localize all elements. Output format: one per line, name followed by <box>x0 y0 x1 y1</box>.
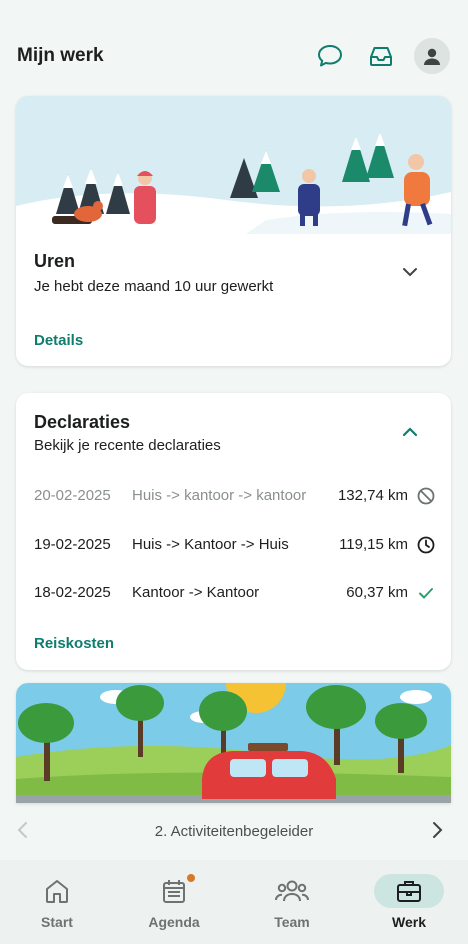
declaratie-row[interactable]: 19-02-2025 Huis -> Kantoor -> Huis 119,1… <box>34 533 436 557</box>
road-trip-illustration <box>16 683 451 803</box>
declaratie-distance: 60,37 km <box>346 584 408 601</box>
uren-card[interactable]: Uren Je hebt deze maand 10 uur gewerkt D… <box>16 96 451 366</box>
inbox-button[interactable] <box>363 38 399 74</box>
declaratie-date: 18-02-2025 <box>34 584 111 601</box>
uren-subtitle: Je hebt deze maand 10 uur gewerkt <box>34 278 274 295</box>
collapse-button[interactable] <box>398 420 422 444</box>
winter-illustration <box>16 96 451 234</box>
declaraties-card: Declaraties Bekijk je recente declaratie… <box>16 393 451 670</box>
chat-icon <box>318 45 342 67</box>
calendar-icon <box>163 880 185 903</box>
nav-label: Agenda <box>148 914 200 930</box>
app-header: Mijn werk <box>0 0 468 96</box>
chat-button[interactable] <box>312 38 348 74</box>
pending-icon <box>417 536 435 554</box>
nav-item-start[interactable]: Start <box>12 874 102 936</box>
rejected-icon <box>417 487 435 505</box>
declaratie-row[interactable]: 20-02-2025 Huis -> kantoor -> kantoor 13… <box>34 484 436 508</box>
nav-item-team[interactable]: Team <box>247 874 337 936</box>
declaratie-distance: 119,15 km <box>339 536 408 553</box>
declaratie-row[interactable]: 18-02-2025 Kantoor -> Kantoor 60,37 km <box>34 581 436 605</box>
uren-title: Uren <box>34 251 76 271</box>
declaraties-subtitle: Bekijk je recente declaraties <box>34 437 221 454</box>
chevron-right-icon <box>433 822 443 838</box>
nav-label: Werk <box>392 914 426 930</box>
declaratie-date: 19-02-2025 <box>34 536 111 553</box>
briefcase-icon <box>397 881 421 902</box>
user-icon <box>424 48 440 65</box>
inbox-icon <box>370 47 392 66</box>
chevron-up-icon <box>402 427 418 437</box>
promo-card[interactable] <box>16 683 451 803</box>
approved-icon <box>419 588 433 599</box>
declaratie-distance: 132,74 km <box>337 487 408 504</box>
declaraties-title: Declaraties <box>34 412 131 432</box>
reiskosten-link[interactable]: Reiskosten <box>34 635 114 652</box>
role-carousel: 2. Activiteitenbegeleider <box>0 810 468 852</box>
page-title: Mijn werk <box>17 45 104 66</box>
declaratie-route: Huis -> kantoor -> kantoor <box>132 487 307 504</box>
nav-label: Start <box>41 914 73 930</box>
nav-item-werk[interactable]: Werk <box>364 874 454 936</box>
nav-item-agenda[interactable]: Agenda <box>129 874 219 936</box>
expand-button[interactable] <box>398 260 422 284</box>
carousel-label: 2. Activiteitenbegeleider <box>154 823 314 840</box>
declaratie-route: Kantoor -> Kantoor <box>132 584 260 601</box>
team-icon <box>275 880 309 902</box>
nav-label: Team <box>274 914 310 930</box>
bottom-navigation: Start Agenda Team Werk <box>0 860 468 944</box>
declaratie-date: 20-02-2025 <box>34 487 111 504</box>
declaratie-route: Huis -> Kantoor -> Huis <box>132 536 289 553</box>
details-link[interactable]: Details <box>34 332 83 349</box>
chevron-down-icon <box>403 268 417 277</box>
next-button[interactable] <box>430 820 444 845</box>
notification-badge <box>187 874 195 882</box>
home-icon <box>46 880 68 903</box>
avatar-button[interactable] <box>414 38 450 74</box>
